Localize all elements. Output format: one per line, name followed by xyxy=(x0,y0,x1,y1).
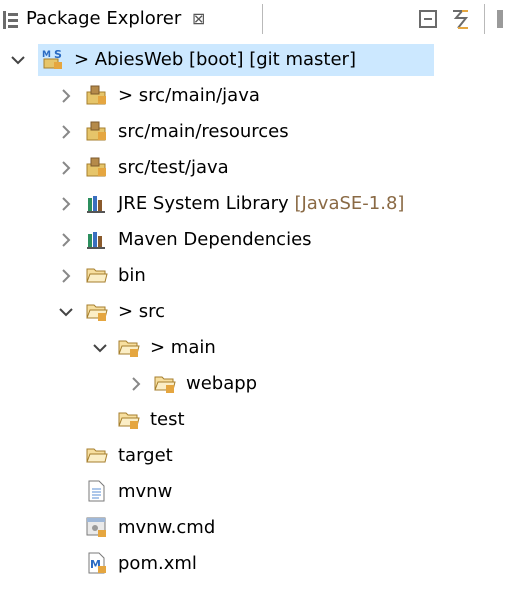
tree-item-root-project[interactable]: M S > AbiesWeb [boot] [git master] xyxy=(0,42,510,78)
toolbar-separator xyxy=(262,4,263,34)
library-icon xyxy=(87,196,105,213)
maven-pom-icon: M xyxy=(88,552,106,574)
chevron-right-icon[interactable] xyxy=(58,232,74,248)
tree-item-label: bin xyxy=(118,265,146,286)
chevron-down-icon[interactable] xyxy=(92,340,108,356)
tree-item-label: > src xyxy=(118,301,166,322)
chevron-right-icon[interactable] xyxy=(128,376,144,392)
tree-item-folder[interactable]: webapp xyxy=(0,366,510,402)
tree-item-folder[interactable]: test xyxy=(0,402,510,438)
tree-item-file[interactable]: mvnw xyxy=(0,474,510,510)
tree-item-label: Maven Dependencies xyxy=(118,229,312,250)
tree-item-folder[interactable]: > main xyxy=(0,330,510,366)
toolbar-separator xyxy=(484,4,485,34)
chevron-down-icon[interactable] xyxy=(10,52,26,68)
package-explorer-view-icon xyxy=(3,11,18,29)
view-tab[interactable]: Package Explorer ⊠ xyxy=(0,0,510,40)
tree-item-label: src/test/java xyxy=(118,157,229,178)
tree-item-folder[interactable]: bin xyxy=(0,258,510,294)
tree-item-label: > main xyxy=(150,337,216,358)
chevron-right-icon[interactable] xyxy=(58,268,74,284)
tree-item-label: mvnw.cmd xyxy=(118,517,216,538)
tree-item-label: mvnw xyxy=(118,481,173,502)
tree-item-label: JRE System Library [JavaSE-1.8] xyxy=(118,193,405,214)
tree-item-label: > AbiesWeb [boot] [git master] xyxy=(74,49,356,70)
library-icon xyxy=(87,232,105,249)
tree-item-source-folder[interactable]: src/test/java xyxy=(0,150,510,186)
tree-item-file[interactable]: mvnw.cmd xyxy=(0,510,510,546)
tree-item-label: target xyxy=(118,445,173,466)
close-view-icon[interactable]: ⊠ xyxy=(192,6,205,32)
chevron-right-icon[interactable] xyxy=(58,196,74,212)
package-folder-icon xyxy=(86,121,106,141)
tree-item-label: src/main/resources xyxy=(118,121,289,142)
package-folder-icon xyxy=(86,85,106,105)
tree-item-label: test xyxy=(150,409,185,430)
tree-item-source-folder[interactable]: > src/main/java xyxy=(0,78,510,114)
git-folder-icon xyxy=(118,412,140,429)
folder-icon xyxy=(86,268,108,283)
view-title: Package Explorer xyxy=(26,8,182,29)
link-with-editor-icon[interactable] xyxy=(448,8,474,32)
command-file-icon xyxy=(86,517,106,537)
view-menu-icon[interactable] xyxy=(494,8,506,30)
chevron-right-icon[interactable] xyxy=(58,88,74,104)
package-folder-icon xyxy=(86,157,106,177)
git-folder-icon xyxy=(154,376,176,393)
chevron-right-icon[interactable] xyxy=(58,124,74,140)
tree-item-label: > src/main/java xyxy=(118,85,260,106)
folder-icon xyxy=(86,448,108,463)
maven-spring-project-icon: M S xyxy=(42,48,62,69)
text-file-icon xyxy=(88,480,105,502)
tree-item-label: webapp xyxy=(186,373,258,394)
tree-item-library[interactable]: JRE System Library [JavaSE-1.8] xyxy=(0,186,510,222)
tree-item-folder[interactable]: target xyxy=(0,438,510,474)
tree-item-library[interactable]: Maven Dependencies xyxy=(0,222,510,258)
tree-item-file[interactable]: M pom.xml xyxy=(0,546,510,582)
chevron-right-icon[interactable] xyxy=(58,160,74,176)
tree-item-source-folder[interactable]: src/main/resources xyxy=(0,114,510,150)
git-folder-icon xyxy=(86,304,108,321)
chevron-down-icon[interactable] xyxy=(58,304,74,320)
tree-item-decoration: [JavaSE-1.8] xyxy=(294,193,405,214)
collapse-all-icon[interactable] xyxy=(418,8,440,30)
tree-item-folder[interactable]: > src xyxy=(0,294,510,330)
tree-item-label: pom.xml xyxy=(118,553,197,574)
git-folder-icon xyxy=(118,340,140,357)
